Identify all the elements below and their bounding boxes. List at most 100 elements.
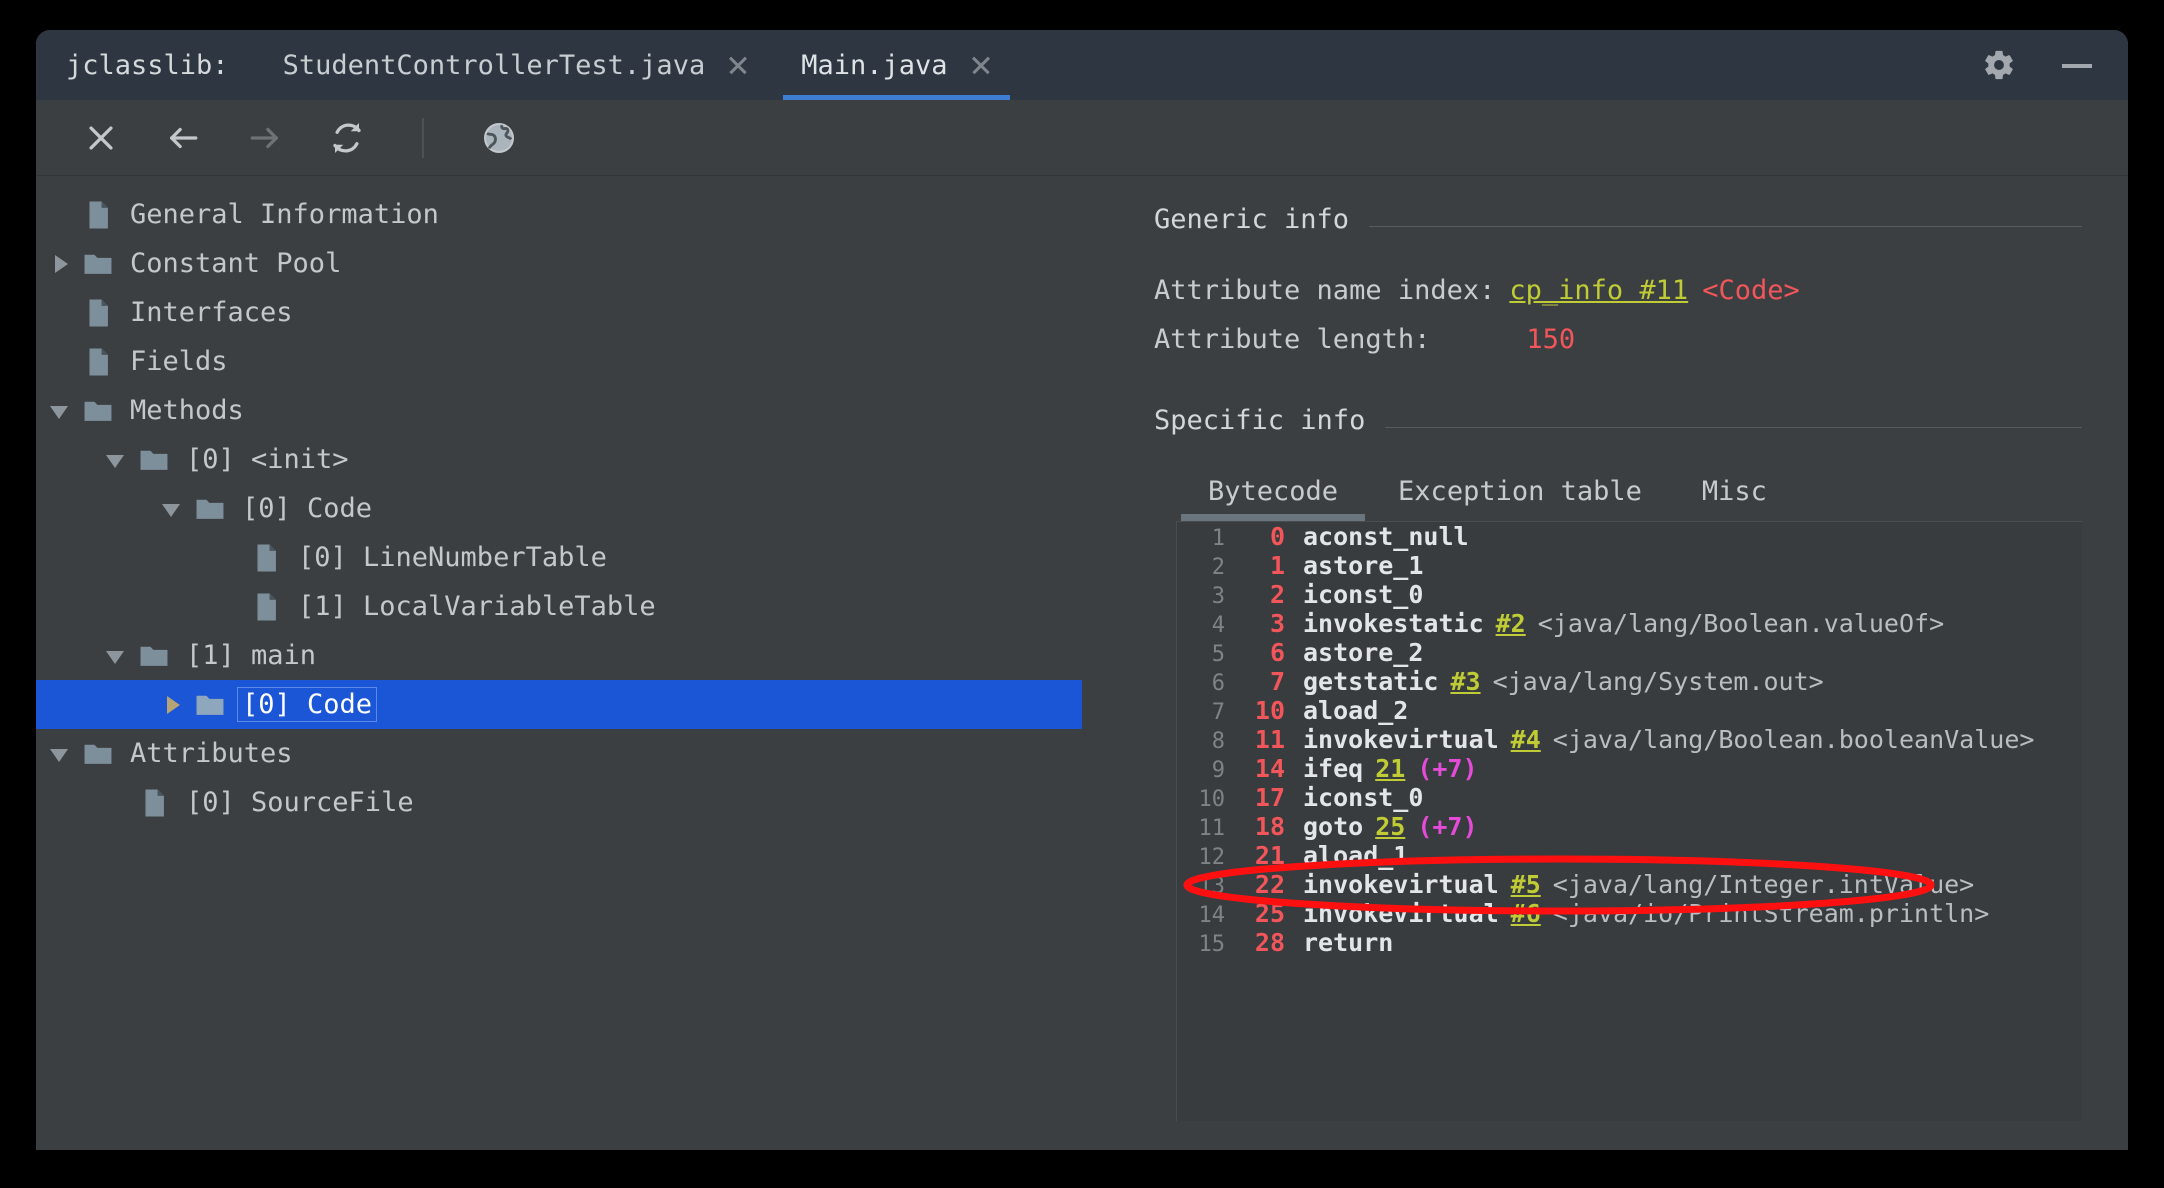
- tree-item-0-sourcefile[interactable]: [0] SourceFile: [36, 778, 1082, 827]
- bytecode-opcode: aconst_null: [1303, 522, 1469, 551]
- constant-pool-ref-link[interactable]: 21: [1363, 754, 1405, 783]
- bytecode-opcode: iconst_0: [1303, 580, 1424, 609]
- line-number: 14: [1198, 903, 1226, 928]
- tree-item-0-code[interactable]: [0] Code: [36, 680, 1082, 729]
- browse-button[interactable]: [478, 117, 520, 159]
- tree-item-0-linenumbertable[interactable]: [0] LineNumberTable: [36, 533, 1082, 582]
- detail-pane: Generic info Attribute name index: cp_in…: [1082, 176, 2128, 1150]
- constant-pool-ref-link[interactable]: #6: [1499, 899, 1541, 928]
- tab-label: Bytecode: [1208, 476, 1339, 507]
- tree-item-label: [1] main: [186, 640, 317, 671]
- tab-bytecode[interactable]: Bytecode: [1178, 472, 1368, 521]
- folder-icon: [190, 688, 230, 722]
- bytecode-opcode: iconst_0: [1303, 783, 1424, 812]
- tab-exception-table[interactable]: Exception table: [1368, 472, 1672, 521]
- bytecode-line: 8 11 invokevirtual #4 <java/lang/Boolean.boo…: [1177, 725, 2082, 754]
- tab-label: StudentControllerTest.java: [282, 49, 706, 81]
- tree-item-general-information[interactable]: General Information: [36, 190, 1082, 239]
- close-button[interactable]: [80, 117, 122, 159]
- line-number: 15: [1198, 932, 1226, 957]
- forward-button: [244, 117, 286, 159]
- attribute-length-label: Attribute length:: [1154, 324, 1431, 355]
- twisty-placeholder: [212, 541, 246, 575]
- constant-pool-ref-link[interactable]: #3: [1438, 667, 1480, 696]
- line-number: 6: [1211, 671, 1225, 696]
- specific-info-title: Specific info: [1154, 405, 1366, 436]
- close-icon[interactable]: [970, 54, 992, 76]
- bytecode-opcode: astore_1: [1303, 551, 1424, 580]
- twisty-placeholder: [44, 198, 78, 232]
- chevron-down-icon[interactable]: [100, 443, 134, 477]
- file-icon: [134, 786, 174, 820]
- bytecode-line: 7 10 aload_2: [1177, 696, 2082, 725]
- tree-item-label: [1] LocalVariableTable: [298, 591, 656, 622]
- back-button[interactable]: [162, 117, 204, 159]
- bytecode-offset: 10: [1254, 696, 1285, 725]
- bytecode-offset: 11: [1254, 725, 1285, 754]
- tab-misc[interactable]: Misc: [1672, 472, 1797, 521]
- chevron-right-icon[interactable]: [156, 688, 190, 722]
- cp-info-link[interactable]: cp_info #11: [1509, 275, 1688, 306]
- bytecode-opcode: aload_1: [1303, 841, 1409, 870]
- bytecode-opcode: invokevirtual: [1303, 899, 1499, 928]
- bytecode-listing[interactable]: 1 0 aconst_null 2 1 astore_1 3 2 iconst_0 4 3 invok…: [1176, 521, 2082, 1121]
- bytecode-line: 12 21 aload_1: [1177, 841, 2082, 870]
- bytecode-opcode: invokevirtual: [1303, 870, 1499, 899]
- gear-icon[interactable]: [1982, 48, 2016, 82]
- bytecode-comment: <java/lang/System.out>: [1492, 667, 1824, 696]
- class-structure-tree[interactable]: General Information Constant Pool Interfac…: [36, 176, 1082, 1150]
- minimize-icon[interactable]: [2060, 48, 2094, 82]
- constant-pool-ref-link[interactable]: #5: [1499, 870, 1541, 899]
- tree-item-label: [0] Code: [236, 687, 378, 722]
- bytecode-comment: <java/lang/Boolean.valueOf>: [1537, 609, 1945, 638]
- bytecode-line: 3 2 iconst_0: [1177, 580, 2082, 609]
- tree-item-0-init[interactable]: [0] <init>: [36, 435, 1082, 484]
- folder-icon: [190, 492, 230, 526]
- tab-student-controller-test[interactable]: StudentControllerTest.java: [257, 30, 776, 100]
- chevron-down-icon[interactable]: [100, 639, 134, 673]
- generic-info-header: Generic info: [1154, 204, 2082, 235]
- constant-pool-ref-link[interactable]: #2: [1484, 609, 1526, 638]
- tree-item-0-code[interactable]: [0] Code: [36, 484, 1082, 533]
- line-number: 1: [1211, 526, 1225, 551]
- constant-pool-ref-link[interactable]: 25: [1363, 812, 1405, 841]
- bytecode-comment: <java/io/PrintStream.println>: [1552, 899, 1990, 928]
- twisty-placeholder: [44, 345, 78, 379]
- bytecode-offset: 14: [1254, 754, 1285, 783]
- bytecode-offset: 3: [1269, 609, 1285, 638]
- line-number: 4: [1211, 613, 1225, 638]
- constant-pool-ref-link[interactable]: #4: [1499, 725, 1541, 754]
- folder-icon: [78, 247, 118, 281]
- tab-label: Exception table: [1398, 476, 1642, 507]
- bytecode-opcode: return: [1303, 928, 1394, 957]
- close-icon[interactable]: [727, 54, 749, 76]
- chevron-down-icon[interactable]: [44, 737, 78, 771]
- chevron-right-icon[interactable]: [44, 247, 78, 281]
- line-number: 13: [1198, 874, 1226, 899]
- bytecode-line: 10 17 iconst_0: [1177, 783, 2082, 812]
- file-icon: [78, 198, 118, 232]
- tree-item-1-main[interactable]: [1] main: [36, 631, 1082, 680]
- bytecode-offset: 2: [1269, 580, 1285, 609]
- reload-button[interactable]: [326, 117, 368, 159]
- app-title: jclasslib:: [66, 49, 229, 81]
- tree-item-attributes[interactable]: Attributes: [36, 729, 1082, 778]
- twisty-placeholder: [44, 296, 78, 330]
- tree-item-label: [0] Code: [242, 493, 373, 524]
- tree-item-fields[interactable]: Fields: [36, 337, 1082, 386]
- jclasslib-window: jclasslib: StudentControllerTest.java Ma…: [36, 30, 2128, 1150]
- chevron-down-icon[interactable]: [44, 394, 78, 428]
- tree-item-methods[interactable]: Methods: [36, 386, 1082, 435]
- bytecode-comment: <java/lang/Boolean.booleanValue>: [1552, 725, 2035, 754]
- folder-icon: [78, 394, 118, 428]
- tree-item-interfaces[interactable]: Interfaces: [36, 288, 1082, 337]
- tree-item-1-localvariabletable[interactable]: [1] LocalVariableTable: [36, 582, 1082, 631]
- bytecode-offset: 6: [1269, 638, 1285, 667]
- tree-item-constant-pool[interactable]: Constant Pool: [36, 239, 1082, 288]
- bytecode-offset: 17: [1254, 783, 1285, 812]
- bytecode-opcode: ifeq: [1303, 754, 1364, 783]
- bytecode-offset: 28: [1254, 928, 1285, 957]
- tab-main-java[interactable]: Main.java: [775, 30, 1017, 100]
- line-number: 7: [1211, 700, 1225, 725]
- chevron-down-icon[interactable]: [156, 492, 190, 526]
